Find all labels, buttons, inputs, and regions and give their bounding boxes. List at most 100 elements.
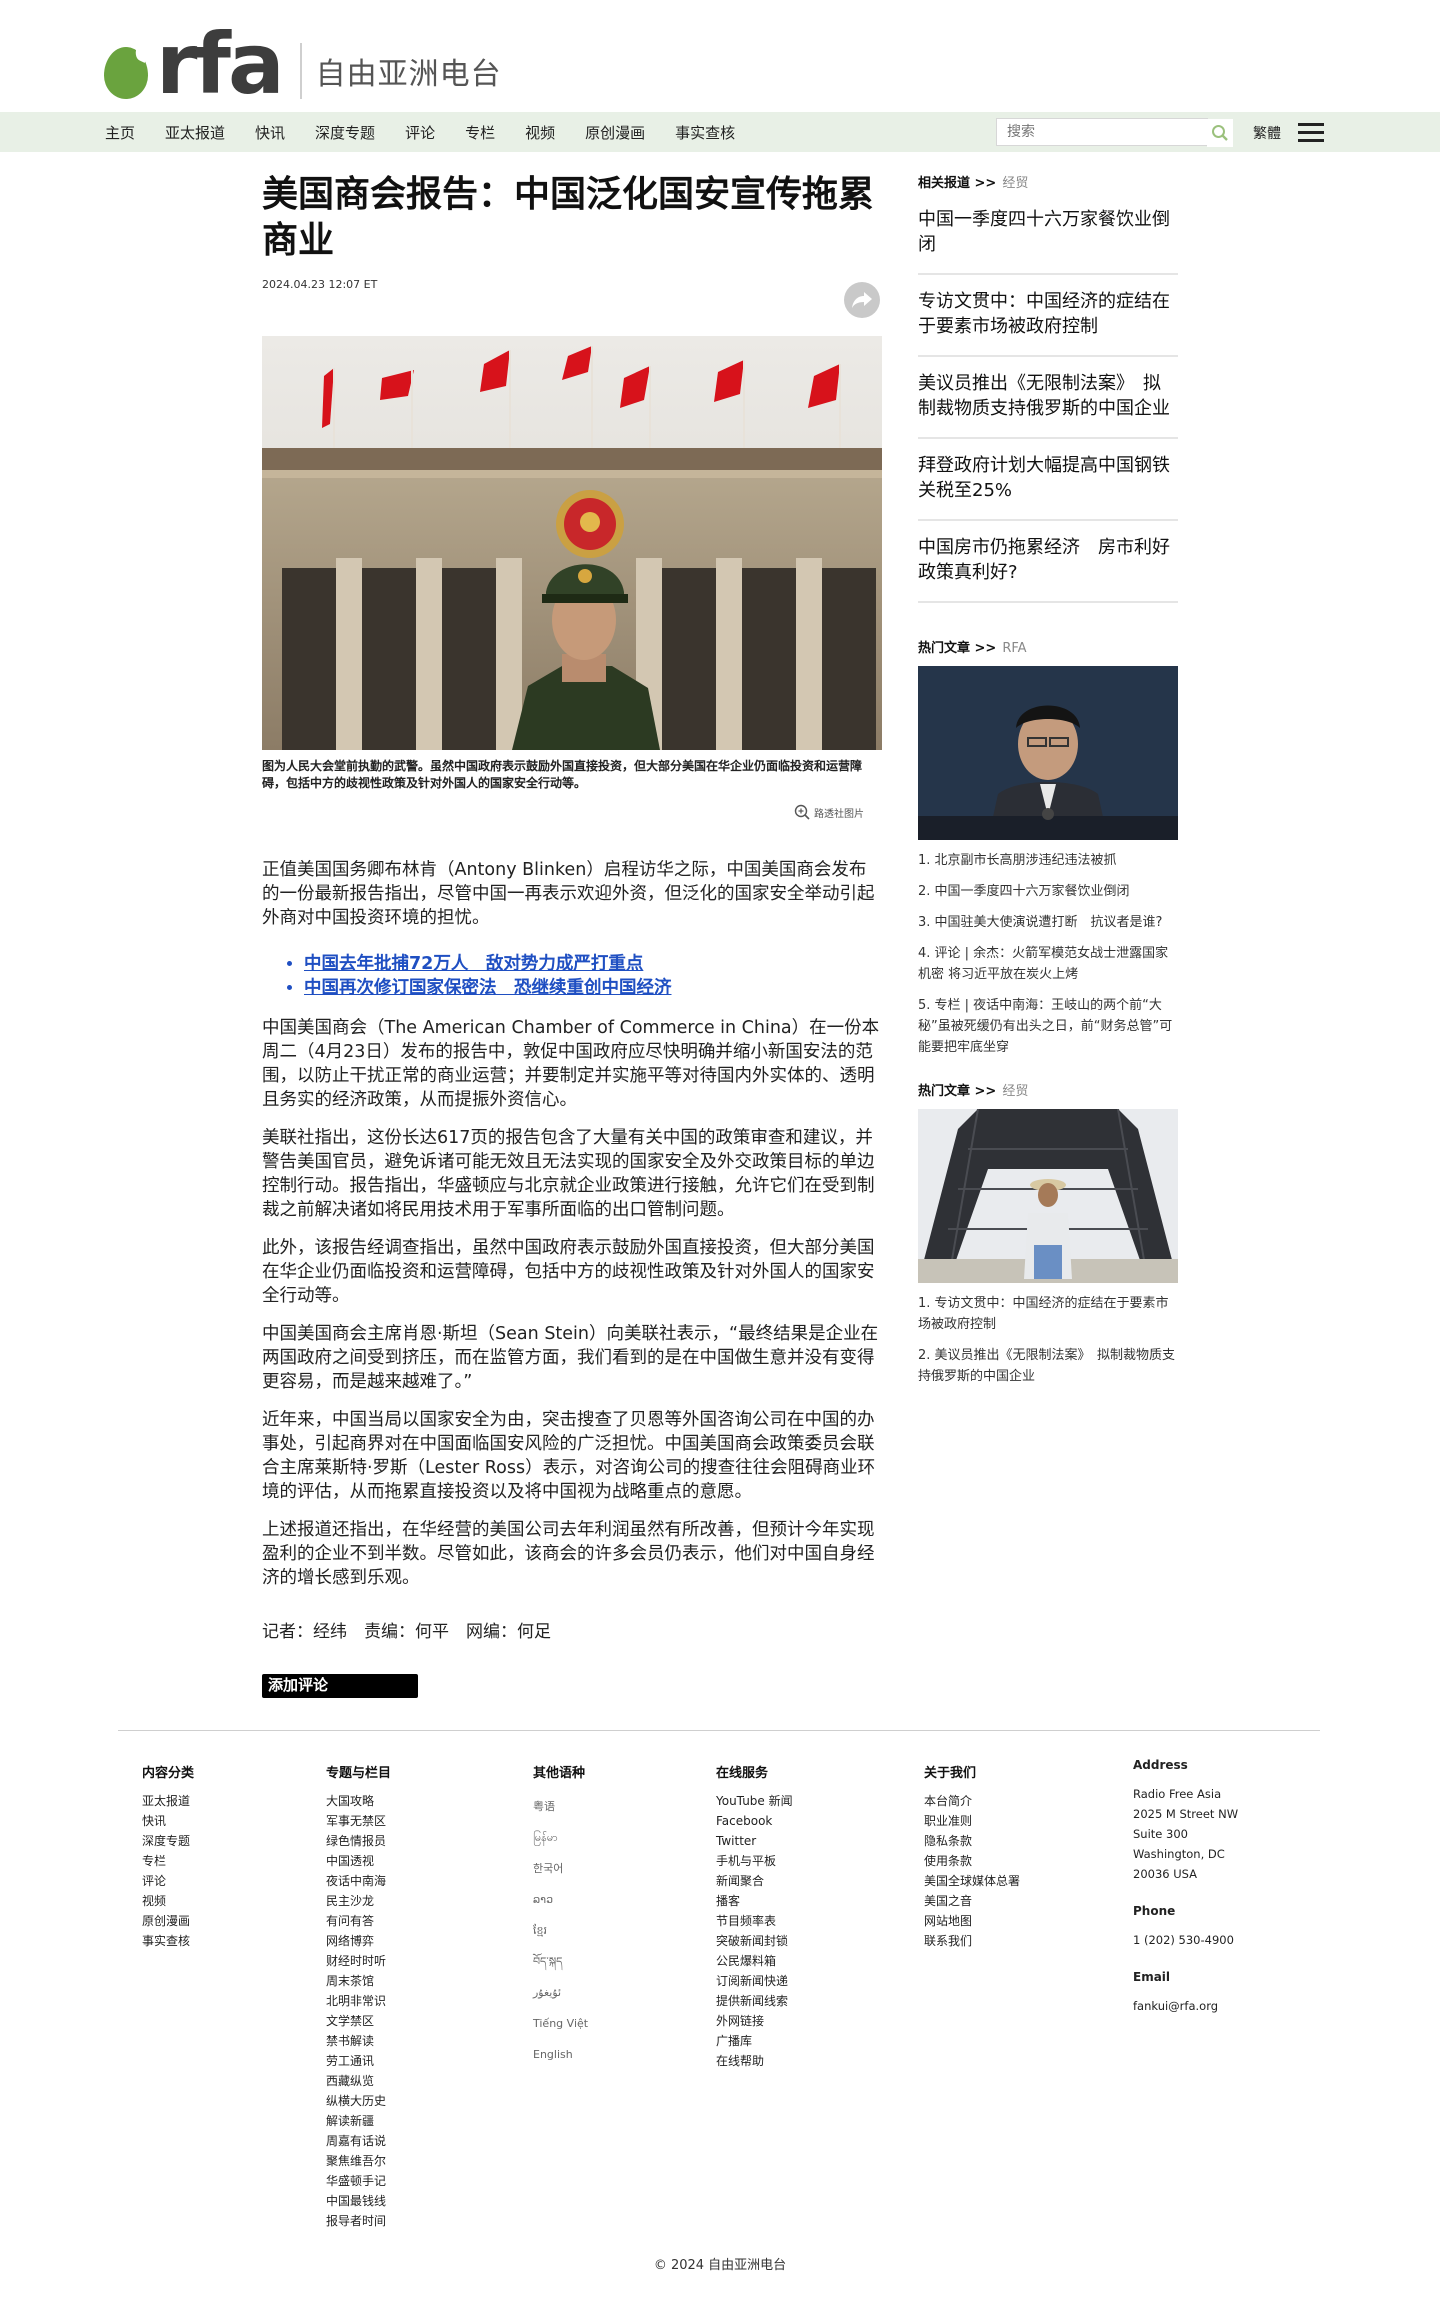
footer-link[interactable]: 评论	[142, 1871, 194, 1891]
footer-link[interactable]: 订阅新闻快递	[716, 1971, 793, 1991]
footer-link[interactable]: 解读新疆	[326, 2111, 391, 2131]
footer-link[interactable]: 手机与平板	[716, 1851, 793, 1871]
footer-language-link[interactable]: ລາວ	[533, 1884, 588, 1915]
related-reports-heading[interactable]: 相关报道 >> 经贸	[918, 172, 1178, 191]
footer-link[interactable]: 节目频率表	[716, 1911, 793, 1931]
footer-link[interactable]: 事实查核	[142, 1931, 194, 1951]
photo-credit[interactable]: 路透社图片	[794, 804, 864, 820]
nav-item-fact-check[interactable]: 事实查核	[675, 122, 735, 143]
footer-link[interactable]: 美国全球媒体总署	[924, 1871, 1020, 1891]
footer-link[interactable]: 网络博弈	[326, 1931, 391, 1951]
footer-link[interactable]: 新闻聚合	[716, 1871, 793, 1891]
popular-thumbnail[interactable]	[918, 666, 1178, 840]
footer-link[interactable]: 隐私条款	[924, 1831, 1020, 1851]
footer-link[interactable]: 文学禁区	[326, 2011, 391, 2031]
footer-language-link[interactable]: བོད་སྐད	[533, 1946, 588, 1977]
footer-link[interactable]: 联系我们	[924, 1931, 1020, 1951]
footer-link[interactable]: 西藏纵览	[326, 2071, 391, 2091]
nav-item-in-depth[interactable]: 深度专题	[315, 122, 375, 143]
footer-link[interactable]: 专栏	[142, 1851, 194, 1871]
footer-language-link[interactable]: 粤语	[533, 1791, 588, 1822]
footer-link[interactable]: 中国最钱线	[326, 2191, 391, 2211]
nav-item-video[interactable]: 视频	[525, 122, 555, 143]
footer-link[interactable]: 华盛顿手记	[326, 2171, 391, 2191]
popular-item[interactable]: 3. 中国驻美大使演说遭打断 抗议者是谁?	[918, 912, 1178, 933]
footer-language-link[interactable]: ខ្មែរ	[533, 1915, 588, 1946]
search-input[interactable]	[997, 119, 1177, 145]
email-address[interactable]: fankui@rfa.org	[1133, 1996, 1238, 2016]
footer-link[interactable]: YouTube 新闻	[716, 1791, 793, 1811]
footer-link[interactable]: 民主沙龙	[326, 1891, 391, 1911]
footer-link[interactable]: 视频	[142, 1891, 194, 1911]
nav-item-asia-pacific[interactable]: 亚太报道	[165, 122, 225, 143]
hamburger-menu-icon[interactable]	[1298, 123, 1324, 143]
search-button[interactable]	[1207, 119, 1233, 147]
footer-link[interactable]: 在线帮助	[716, 2051, 793, 2071]
related-item[interactable]: 中国一季度四十六万家餐饮业倒闭	[918, 193, 1178, 275]
nav-item-columns[interactable]: 专栏	[465, 122, 495, 143]
related-item[interactable]: 专访文贯中：中国经济的症结在于要素市场被政府控制	[918, 275, 1178, 357]
footer-link[interactable]: 禁书解读	[326, 2031, 391, 2051]
paragraph: 中国美国商会主席肖恩·斯坦（Sean Stein）向美联社表示，“最终结果是企业…	[262, 1324, 879, 1392]
add-comment-button[interactable]: 添加评论	[262, 1674, 418, 1698]
footer-link[interactable]: 网站地图	[924, 1911, 1020, 1931]
footer-link[interactable]: 报导者时间	[326, 2211, 391, 2231]
popular-item[interactable]: 2. 美议员推出《无限制法案》 拟制裁物质支持俄罗斯的中国企业	[918, 1345, 1178, 1387]
footer-link[interactable]: 快讯	[142, 1811, 194, 1831]
footer-language-link[interactable]: 한국어	[533, 1853, 588, 1884]
inline-link[interactable]: 中国再次修订国家保密法 恐继续重创中国经济	[304, 976, 882, 1000]
footer-link[interactable]: 周末茶馆	[326, 1971, 391, 1991]
footer-link[interactable]: 美国之音	[924, 1891, 1020, 1911]
footer-link[interactable]: 广播库	[716, 2031, 793, 2051]
footer-language-link[interactable]: Tiếng Việt	[533, 2008, 588, 2039]
nav-item-breaking[interactable]: 快讯	[255, 122, 285, 143]
footer-link[interactable]: 职业准则	[924, 1811, 1020, 1831]
related-item[interactable]: 美议员推出《无限制法案》 拟制裁物质支持俄罗斯的中国企业	[918, 357, 1178, 439]
inline-link[interactable]: 中国去年批捕72万人 敌对势力成严打重点	[304, 952, 882, 976]
footer-link[interactable]: 大国攻略	[326, 1791, 391, 1811]
footer-link[interactable]: 中国透视	[326, 1851, 391, 1871]
popular-item[interactable]: 2. 中国一季度四十六万家餐饮业倒闭	[918, 881, 1178, 902]
footer-link[interactable]: 使用条款	[924, 1851, 1020, 1871]
nav-item-commentary[interactable]: 评论	[405, 122, 435, 143]
footer-link[interactable]: 夜话中南海	[326, 1871, 391, 1891]
nav-item-home[interactable]: 主页	[105, 122, 135, 143]
footer-link[interactable]: 公民爆料箱	[716, 1951, 793, 1971]
footer-link[interactable]: 有问有答	[326, 1911, 391, 1931]
popular-item[interactable]: 1. 专访文贯中：中国经济的症结在于要素市场被政府控制	[918, 1293, 1178, 1335]
popular-item[interactable]: 5. 专栏 | 夜话中南海：王岐山的两个前“大秘”虽被死缓仍有出头之日，前“财务…	[918, 995, 1178, 1058]
footer-link[interactable]: 军事无禁区	[326, 1811, 391, 1831]
footer-link[interactable]: 原创漫画	[142, 1911, 194, 1931]
popular-item[interactable]: 1. 北京副市长高朋涉违纪违法被抓	[918, 850, 1178, 871]
related-item[interactable]: 中国房市仍拖累经济 房市利好政策真利好?	[918, 521, 1178, 603]
footer-link[interactable]: Facebook	[716, 1811, 793, 1831]
rfa-logo[interactable]: rfa 自由亚洲电台	[104, 22, 502, 106]
footer-link[interactable]: 播客	[716, 1891, 793, 1911]
footer-link[interactable]: 本台简介	[924, 1791, 1020, 1811]
share-button[interactable]	[844, 282, 880, 318]
footer-link[interactable]: 亚太报道	[142, 1791, 194, 1811]
popular-heading-rfa[interactable]: 热门文章 >> RFA	[918, 637, 1178, 656]
footer-link[interactable]: 深度专题	[142, 1831, 194, 1851]
footer-link[interactable]: 纵横大历史	[326, 2091, 391, 2111]
footer-link[interactable]: 提供新闻线索	[716, 1991, 793, 2011]
footer-link[interactable]: 外网链接	[716, 2011, 793, 2031]
nav-item-cartoons[interactable]: 原创漫画	[585, 122, 645, 143]
popular-heading-economy[interactable]: 热门文章 >> 经贸	[918, 1080, 1178, 1099]
traditional-chinese-toggle[interactable]: 繁體	[1253, 123, 1281, 143]
footer-language-link[interactable]: ئۇيغۇر	[533, 1977, 588, 2008]
footer-link[interactable]: 北明非常识	[326, 1991, 391, 2011]
footer-link[interactable]: 周嘉有话说	[326, 2131, 391, 2151]
popular-thumbnail[interactable]	[918, 1109, 1178, 1283]
footer-link[interactable]: 绿色情报员	[326, 1831, 391, 1851]
popular-item[interactable]: 4. 评论 | 余杰：火箭军模范女战士泄露国家机密 将习近平放在炭火上烤	[918, 943, 1178, 985]
phone-number[interactable]: 1 (202) 530-4900	[1133, 1930, 1238, 1950]
footer-link[interactable]: 突破新闻封锁	[716, 1931, 793, 1951]
footer-link[interactable]: 聚焦维吾尔	[326, 2151, 391, 2171]
footer-language-link[interactable]: မြန်မာ	[533, 1822, 588, 1853]
related-item[interactable]: 拜登政府计划大幅提高中国钢铁关税至25%	[918, 439, 1178, 521]
footer-link[interactable]: 劳工通讯	[326, 2051, 391, 2071]
footer-language-link[interactable]: English	[533, 2039, 588, 2070]
footer-link[interactable]: Twitter	[716, 1831, 793, 1851]
footer-link[interactable]: 财经时时听	[326, 1951, 391, 1971]
